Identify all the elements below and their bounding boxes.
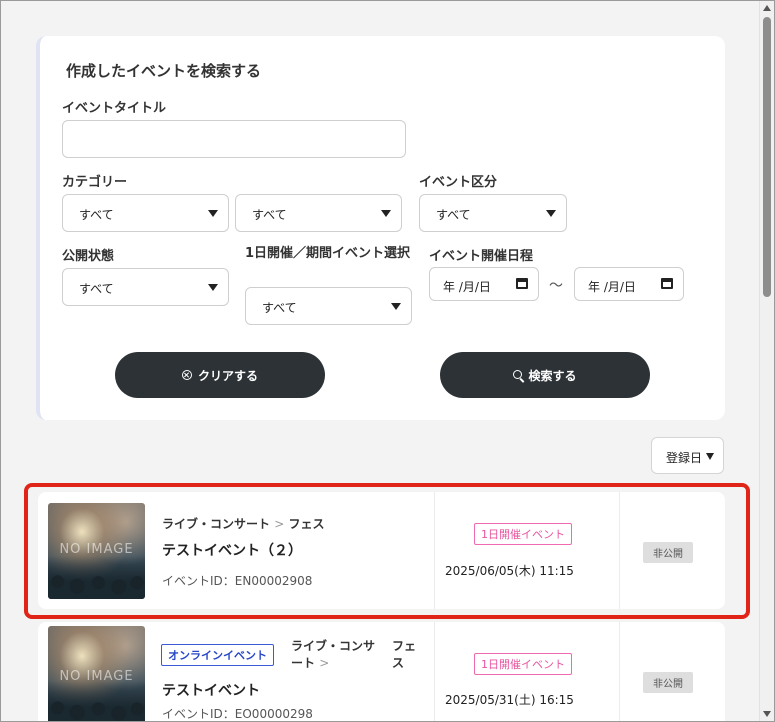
calendar-icon[interactable] — [661, 278, 673, 289]
event-subcategory: フェ ス — [392, 638, 416, 672]
category-select[interactable]: すべて — [62, 194, 229, 232]
caret-down-icon — [546, 210, 556, 217]
event-datetime: 2025/05/31(土) 16:15 — [445, 693, 574, 707]
event-title[interactable]: テストイベント — [162, 680, 260, 700]
scroll-down-arrow-icon[interactable] — [763, 711, 771, 717]
search-button[interactable]: 検索する — [440, 352, 650, 398]
search-panel-title: 作成したイベントを検索する — [66, 62, 262, 80]
caret-down-icon — [381, 210, 391, 217]
publish-status-select-value: すべて — [79, 282, 114, 296]
column-divider — [619, 622, 620, 721]
caret-down-icon — [208, 210, 218, 217]
calendar-icon[interactable] — [516, 278, 528, 289]
column-divider — [434, 622, 435, 721]
publish-status-label: 公開状態 — [62, 249, 115, 264]
search-icon — [513, 369, 523, 379]
date-to-input[interactable]: 年 /月/日 — [574, 267, 684, 301]
event-type-select[interactable]: すべて — [419, 194, 567, 232]
event-subcategory-line2: ス — [392, 656, 405, 670]
event-id: イベントID：EO00000298 — [162, 707, 313, 721]
event-thumbnail: NO IMAGE — [48, 626, 145, 721]
vertical-scrollbar[interactable] — [759, 1, 774, 721]
chevron-right-icon: > — [319, 656, 330, 670]
category-label: カテゴリー — [62, 175, 128, 190]
date-from-placeholder: 年 /月/日 — [443, 280, 491, 294]
scrollbar-thumb[interactable] — [763, 17, 771, 297]
subcategory-select[interactable]: すべて — [235, 194, 402, 232]
thumbnail-crowd-graphic — [48, 681, 145, 721]
publish-status-select[interactable]: すべて — [62, 268, 229, 306]
search-button-label: 検索する — [528, 368, 577, 383]
duration-select-value: すべて — [262, 301, 297, 315]
duration-label: 1日開催／期間イベント選択 — [245, 246, 411, 261]
event-subcategory-line1: フェ — [392, 639, 417, 653]
event-category-line2: ート — [291, 656, 316, 670]
date-range-separator: ～ — [549, 278, 563, 294]
scroll-up-arrow-icon[interactable] — [763, 5, 771, 11]
date-from-input[interactable]: 年 /月/日 — [429, 267, 539, 301]
sort-dropdown[interactable]: 登録日 — [651, 437, 724, 474]
event-title-input[interactable] — [62, 120, 406, 158]
event-type-select-value: すべて — [436, 208, 471, 222]
event-title-label: イベントタイトル — [62, 101, 167, 116]
highlight-box — [24, 483, 750, 619]
clear-button[interactable]: クリアする — [115, 352, 325, 398]
status-badge: 非公開 — [643, 672, 693, 693]
online-event-tag: オンラインイベント — [161, 644, 274, 666]
category-select-value: すべて — [79, 208, 114, 222]
duration-select[interactable]: すべて — [245, 287, 412, 325]
schedule-label: イベント開催日程 — [429, 249, 534, 264]
caret-down-icon — [391, 303, 401, 310]
caret-down-icon — [208, 284, 218, 291]
date-to-placeholder: 年 /月/日 — [588, 280, 636, 294]
browser-window: 作成したイベントを検索する イベントタイトル カテゴリー すべて すべて イベン… — [0, 0, 775, 722]
clear-circle-icon — [181, 370, 192, 380]
subcategory-select-value: すべて — [252, 208, 287, 222]
caret-down-icon — [706, 453, 714, 460]
event-category-line1: ライブ・コンサ — [291, 639, 376, 653]
search-panel: 作成したイベントを検索する イベントタイトル カテゴリー すべて すべて イベン… — [36, 36, 725, 420]
event-category-path: ライブ・コンサ ート > — [291, 638, 375, 672]
event-card[interactable]: NO IMAGE オンラインイベント ライブ・コンサ ート > フェ ス テスト… — [38, 622, 725, 721]
clear-button-label: クリアする — [197, 368, 258, 383]
sort-dropdown-label: 登録日 — [666, 451, 703, 465]
thumbnail-no-image-text: NO IMAGE — [59, 669, 134, 684]
event-type-label: イベント区分 — [419, 175, 498, 190]
duration-tag: 1日開催イベント — [474, 653, 572, 675]
